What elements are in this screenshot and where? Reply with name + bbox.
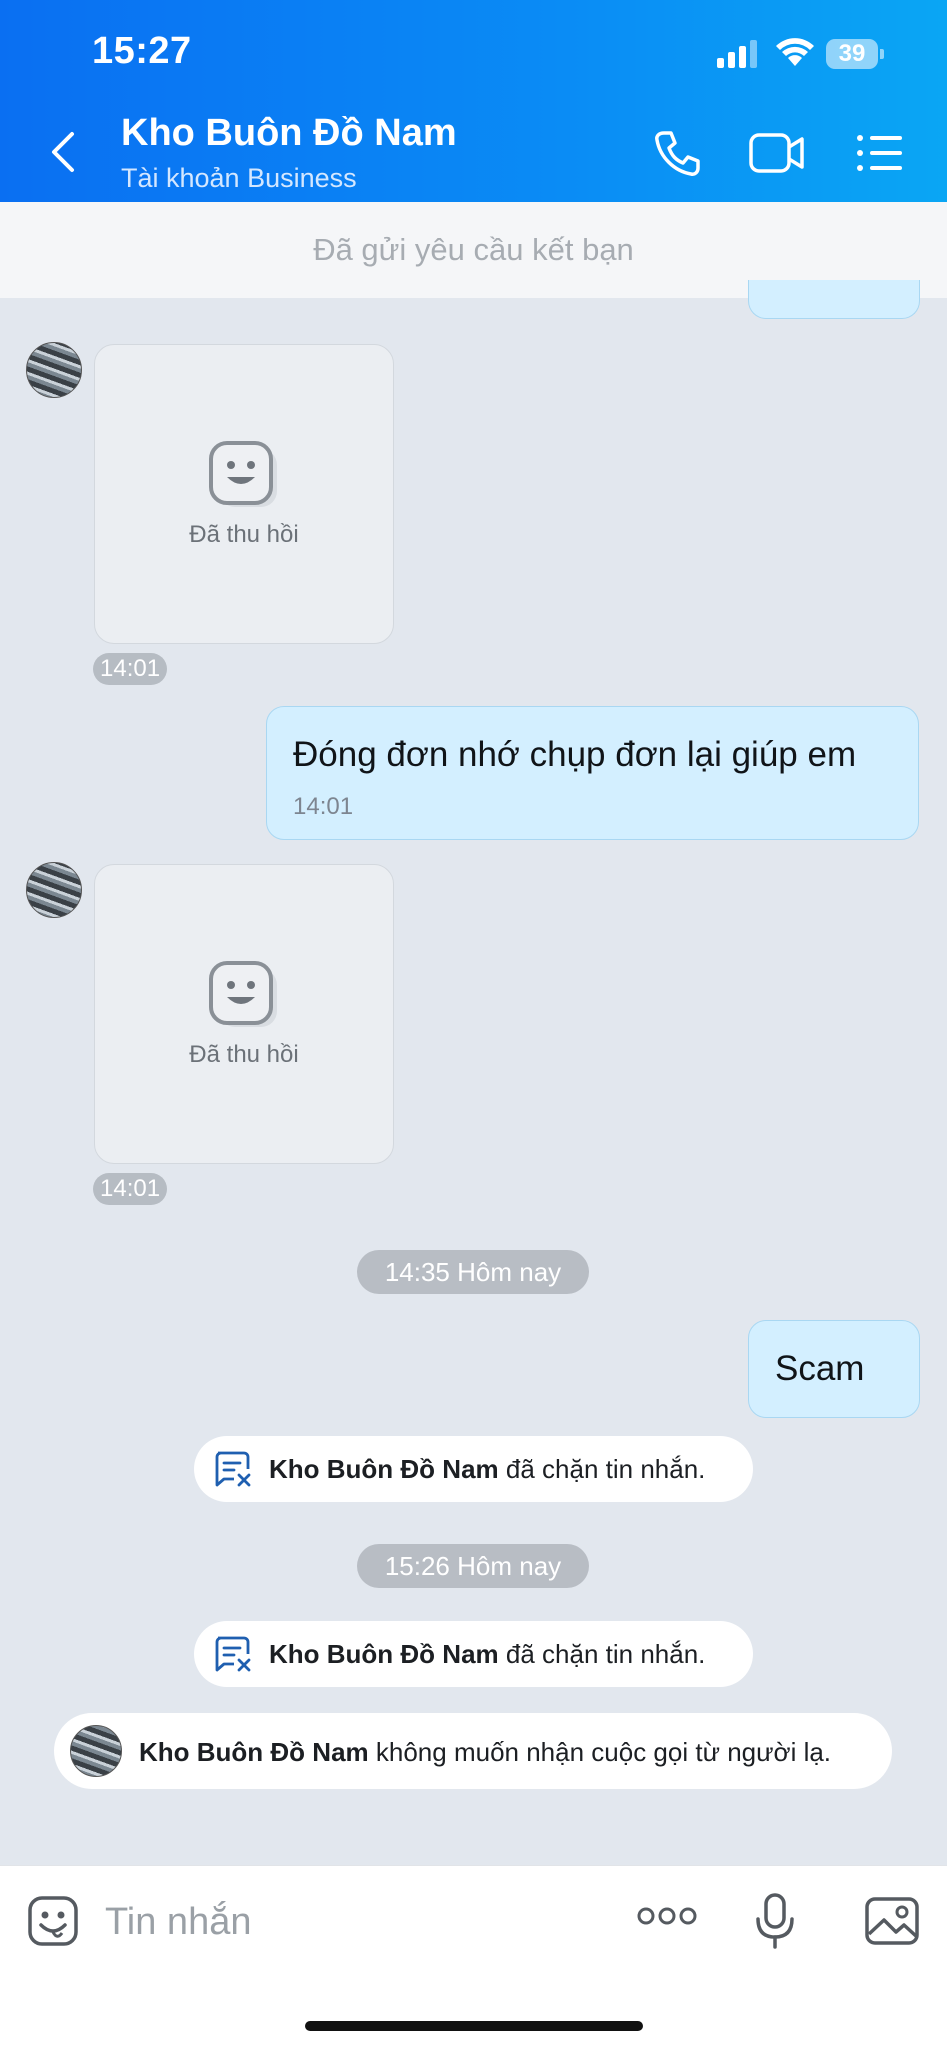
phone-icon[interactable] <box>652 128 702 178</box>
contact-avatar <box>70 1725 122 1777</box>
message-input[interactable]: Tin nhắn <box>105 1901 251 1944</box>
chat-blocked-icon <box>215 1636 251 1672</box>
date-divider: 14:35 Hôm nay <box>357 1250 589 1294</box>
message-time: 14:01 <box>93 653 168 685</box>
video-camera-icon[interactable] <box>748 131 806 175</box>
status-time: 15:27 <box>92 30 192 72</box>
account-type-label: Tài khoản Business <box>121 163 357 193</box>
notice-text: đã chặn tin nhắn. <box>505 1454 706 1484</box>
back-arrow-icon[interactable] <box>46 130 82 174</box>
system-notice-calls: Kho Buôn Đồ Nam không muốn nhận cuộc gọi… <box>54 1713 892 1789</box>
previous-outgoing-bubble <box>748 280 920 319</box>
recalled-message[interactable]: Đã thu hồi <box>94 344 394 644</box>
more-options-icon[interactable] <box>637 1906 697 1926</box>
recalled-smiley-icon <box>209 961 277 1027</box>
outgoing-message-bubble[interactable]: Scam <box>748 1320 920 1418</box>
recalled-message[interactable]: Đã thu hồi <box>94 864 394 1164</box>
notice-text: đã chặn tin nhắn. <box>505 1639 706 1669</box>
notice-contact-name: Kho Buôn Đồ Nam <box>269 1639 499 1669</box>
recalled-label: Đã thu hồi <box>189 521 299 548</box>
cellular-signal-icon <box>717 40 757 68</box>
message-time: 14:01 <box>93 1173 168 1205</box>
emoji-sticker-icon[interactable] <box>27 1895 79 1947</box>
date-divider: 15:26 Hôm nay <box>357 1544 589 1588</box>
microphone-icon[interactable] <box>755 1893 795 1949</box>
message-text: Đóng đơn nhớ chụp đơn lại giúp em <box>293 735 857 774</box>
message-text: Scam <box>775 1349 865 1388</box>
chat-blocked-icon <box>215 1451 251 1487</box>
notice-contact-name: Kho Buôn Đồ Nam <box>139 1737 369 1767</box>
system-notice-blocked: Kho Buôn Đồ Nam đã chặn tin nhắn. <box>194 1621 753 1687</box>
contact-avatar[interactable] <box>26 342 82 398</box>
contact-name[interactable]: Kho Buôn Đồ Nam <box>121 112 457 155</box>
message-input-bar: Tin nhắn <box>0 1865 947 2049</box>
recalled-label: Đã thu hồi <box>189 1041 299 1068</box>
battery-indicator: 39 <box>826 39 886 69</box>
message-time: 14:01 <box>293 793 354 820</box>
system-notice-blocked: Kho Buôn Đồ Nam đã chặn tin nhắn. <box>194 1436 753 1502</box>
menu-list-icon[interactable] <box>856 133 904 173</box>
notice-contact-name: Kho Buôn Đồ Nam <box>269 1454 499 1484</box>
chat-header: 15:27 39 Kho Buôn Đồ Nam Tài khoản Busin… <box>0 0 947 202</box>
outgoing-message-bubble[interactable]: Đóng đơn nhớ chụp đơn lại giúp em 14:01 <box>266 706 919 840</box>
contact-avatar[interactable] <box>26 862 82 918</box>
notice-text: không muốn nhận cuộc gọi từ người lạ. <box>375 1737 832 1767</box>
recalled-smiley-icon <box>209 441 277 507</box>
image-gallery-icon[interactable] <box>864 1896 920 1946</box>
wifi-icon <box>776 38 814 66</box>
home-indicator <box>305 2021 643 2031</box>
